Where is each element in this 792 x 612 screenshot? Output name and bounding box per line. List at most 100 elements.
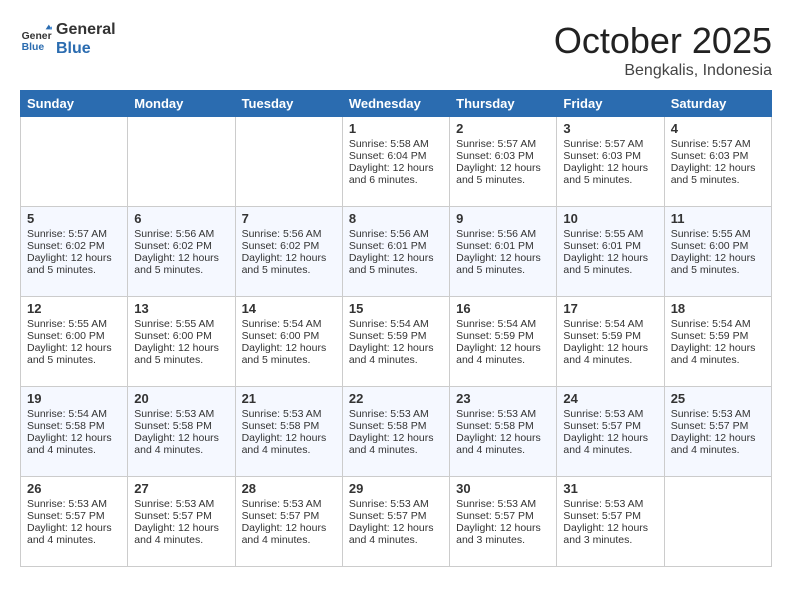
calendar-cell: 28Sunrise: 5:53 AMSunset: 5:57 PMDayligh… [235, 477, 342, 567]
sunrise-text: Sunrise: 5:54 AM [456, 318, 550, 330]
sunset-text: Sunset: 5:57 PM [242, 510, 336, 522]
svg-text:Blue: Blue [22, 42, 45, 53]
day-number: 14 [242, 301, 336, 316]
sunrise-text: Sunrise: 5:56 AM [349, 228, 443, 240]
sunrise-text: Sunrise: 5:55 AM [134, 318, 228, 330]
calendar-cell: 25Sunrise: 5:53 AMSunset: 5:57 PMDayligh… [664, 387, 771, 477]
svg-text:General: General [22, 31, 52, 42]
calendar-cell: 13Sunrise: 5:55 AMSunset: 6:00 PMDayligh… [128, 297, 235, 387]
weekday-header-tuesday: Tuesday [235, 91, 342, 117]
sunrise-text: Sunrise: 5:54 AM [27, 408, 121, 420]
weekday-header-thursday: Thursday [450, 91, 557, 117]
sunrise-text: Sunrise: 5:54 AM [671, 318, 765, 330]
daylight-text: Daylight: 12 hours and 5 minutes. [27, 342, 121, 366]
sunrise-text: Sunrise: 5:54 AM [563, 318, 657, 330]
daylight-text: Daylight: 12 hours and 4 minutes. [27, 522, 121, 546]
day-number: 27 [134, 481, 228, 496]
sunset-text: Sunset: 5:58 PM [27, 420, 121, 432]
sunset-text: Sunset: 5:57 PM [563, 420, 657, 432]
day-number: 26 [27, 481, 121, 496]
weekday-header-sunday: Sunday [21, 91, 128, 117]
calendar-cell: 27Sunrise: 5:53 AMSunset: 5:57 PMDayligh… [128, 477, 235, 567]
day-number: 13 [134, 301, 228, 316]
calendar-cell: 31Sunrise: 5:53 AMSunset: 5:57 PMDayligh… [557, 477, 664, 567]
sunrise-text: Sunrise: 5:53 AM [563, 498, 657, 510]
day-number: 6 [134, 211, 228, 226]
month-title: October 2025 [554, 20, 772, 62]
calendar-cell: 9Sunrise: 5:56 AMSunset: 6:01 PMDaylight… [450, 207, 557, 297]
day-number: 25 [671, 391, 765, 406]
sunset-text: Sunset: 5:59 PM [563, 330, 657, 342]
day-number: 19 [27, 391, 121, 406]
logo: General Blue General Blue [20, 20, 116, 58]
calendar-cell [235, 117, 342, 207]
day-number: 8 [349, 211, 443, 226]
sunrise-text: Sunrise: 5:53 AM [563, 408, 657, 420]
calendar-cell: 7Sunrise: 5:56 AMSunset: 6:02 PMDaylight… [235, 207, 342, 297]
daylight-text: Daylight: 12 hours and 4 minutes. [349, 522, 443, 546]
calendar-cell: 17Sunrise: 5:54 AMSunset: 5:59 PMDayligh… [557, 297, 664, 387]
calendar-cell: 12Sunrise: 5:55 AMSunset: 6:00 PMDayligh… [21, 297, 128, 387]
logo-icon: General Blue [20, 23, 52, 55]
sunset-text: Sunset: 6:00 PM [27, 330, 121, 342]
day-number: 15 [349, 301, 443, 316]
sunrise-text: Sunrise: 5:53 AM [242, 498, 336, 510]
daylight-text: Daylight: 12 hours and 5 minutes. [349, 252, 443, 276]
calendar-cell: 26Sunrise: 5:53 AMSunset: 5:57 PMDayligh… [21, 477, 128, 567]
calendar-cell: 11Sunrise: 5:55 AMSunset: 6:00 PMDayligh… [664, 207, 771, 297]
day-number: 16 [456, 301, 550, 316]
sunrise-text: Sunrise: 5:57 AM [27, 228, 121, 240]
day-number: 5 [27, 211, 121, 226]
page-header: General Blue General Blue October 2025 B… [20, 20, 772, 80]
day-number: 20 [134, 391, 228, 406]
daylight-text: Daylight: 12 hours and 5 minutes. [563, 252, 657, 276]
logo-general: General [56, 20, 116, 39]
daylight-text: Daylight: 12 hours and 5 minutes. [563, 162, 657, 186]
day-number: 1 [349, 121, 443, 136]
sunset-text: Sunset: 5:59 PM [671, 330, 765, 342]
day-number: 11 [671, 211, 765, 226]
calendar-cell [664, 477, 771, 567]
daylight-text: Daylight: 12 hours and 4 minutes. [671, 342, 765, 366]
day-number: 2 [456, 121, 550, 136]
sunrise-text: Sunrise: 5:57 AM [456, 138, 550, 150]
daylight-text: Daylight: 12 hours and 4 minutes. [456, 432, 550, 456]
day-number: 4 [671, 121, 765, 136]
calendar-cell: 22Sunrise: 5:53 AMSunset: 5:58 PMDayligh… [342, 387, 449, 477]
sunset-text: Sunset: 6:00 PM [242, 330, 336, 342]
daylight-text: Daylight: 12 hours and 5 minutes. [671, 162, 765, 186]
sunrise-text: Sunrise: 5:53 AM [349, 498, 443, 510]
daylight-text: Daylight: 12 hours and 4 minutes. [134, 522, 228, 546]
daylight-text: Daylight: 12 hours and 3 minutes. [563, 522, 657, 546]
calendar-cell: 14Sunrise: 5:54 AMSunset: 6:00 PMDayligh… [235, 297, 342, 387]
weekday-header-wednesday: Wednesday [342, 91, 449, 117]
calendar-week-3: 12Sunrise: 5:55 AMSunset: 6:00 PMDayligh… [21, 297, 772, 387]
daylight-text: Daylight: 12 hours and 4 minutes. [134, 432, 228, 456]
day-number: 22 [349, 391, 443, 406]
sunrise-text: Sunrise: 5:55 AM [27, 318, 121, 330]
sunset-text: Sunset: 5:57 PM [671, 420, 765, 432]
sunset-text: Sunset: 6:03 PM [456, 150, 550, 162]
calendar-cell: 8Sunrise: 5:56 AMSunset: 6:01 PMDaylight… [342, 207, 449, 297]
daylight-text: Daylight: 12 hours and 5 minutes. [134, 342, 228, 366]
daylight-text: Daylight: 12 hours and 4 minutes. [27, 432, 121, 456]
calendar-cell: 20Sunrise: 5:53 AMSunset: 5:58 PMDayligh… [128, 387, 235, 477]
calendar-cell [21, 117, 128, 207]
day-number: 29 [349, 481, 443, 496]
day-number: 28 [242, 481, 336, 496]
day-number: 21 [242, 391, 336, 406]
calendar-cell: 30Sunrise: 5:53 AMSunset: 5:57 PMDayligh… [450, 477, 557, 567]
day-number: 31 [563, 481, 657, 496]
sunrise-text: Sunrise: 5:53 AM [456, 498, 550, 510]
location-subtitle: Bengkalis, Indonesia [554, 62, 772, 80]
sunset-text: Sunset: 5:59 PM [456, 330, 550, 342]
daylight-text: Daylight: 12 hours and 4 minutes. [242, 432, 336, 456]
day-number: 7 [242, 211, 336, 226]
calendar-cell: 6Sunrise: 5:56 AMSunset: 6:02 PMDaylight… [128, 207, 235, 297]
calendar-cell: 3Sunrise: 5:57 AMSunset: 6:03 PMDaylight… [557, 117, 664, 207]
sunrise-text: Sunrise: 5:57 AM [563, 138, 657, 150]
sunrise-text: Sunrise: 5:58 AM [349, 138, 443, 150]
calendar-cell: 23Sunrise: 5:53 AMSunset: 5:58 PMDayligh… [450, 387, 557, 477]
daylight-text: Daylight: 12 hours and 4 minutes. [563, 432, 657, 456]
sunset-text: Sunset: 6:03 PM [671, 150, 765, 162]
